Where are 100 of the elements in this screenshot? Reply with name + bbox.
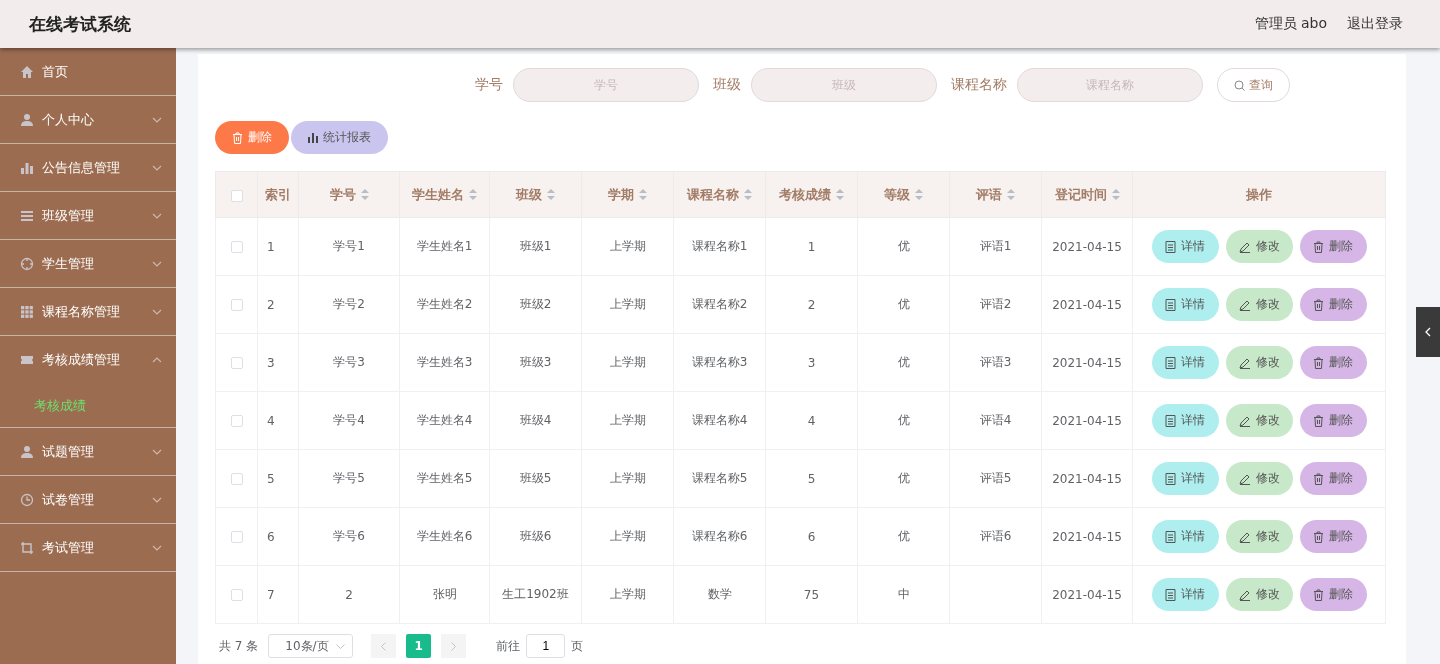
column-header[interactable]: 考核成绩 bbox=[765, 171, 858, 218]
detail-button[interactable]: 详情 bbox=[1151, 578, 1219, 611]
edit-button[interactable]: 修改 bbox=[1225, 288, 1293, 321]
table-cell: 班级3 bbox=[489, 333, 582, 392]
row-checkbox[interactable] bbox=[230, 589, 243, 601]
detail-button[interactable]: 详情 bbox=[1151, 520, 1219, 553]
detail-button[interactable]: 详情 bbox=[1151, 404, 1219, 437]
sort-icon[interactable] bbox=[915, 189, 923, 200]
row-checkbox[interactable] bbox=[230, 357, 243, 369]
column-header[interactable]: 班级 bbox=[489, 171, 582, 218]
report-button[interactable]: 统计报表 bbox=[291, 121, 388, 154]
logout-link[interactable]: 退出登录 bbox=[1347, 15, 1403, 33]
delete-button[interactable]: 删除 bbox=[1299, 288, 1367, 321]
page-input[interactable]: 1 bbox=[526, 634, 566, 658]
menu-item[interactable]: 首页 bbox=[0, 48, 176, 96]
column-header[interactable]: 学生姓名 bbox=[399, 171, 490, 218]
row-checkbox[interactable] bbox=[230, 531, 243, 543]
menu-item[interactable]: 试卷管理 bbox=[0, 476, 176, 524]
column-header[interactable]: 登记时间 bbox=[1041, 171, 1133, 218]
delete-button[interactable]: 删除 bbox=[1299, 578, 1367, 611]
submenu-item[interactable]: 考核成绩 bbox=[0, 384, 176, 428]
table-cell: 学生姓名3 bbox=[399, 333, 490, 392]
menu-item[interactable]: 考核成绩管理 bbox=[0, 336, 176, 384]
detail-button[interactable]: 详情 bbox=[1151, 462, 1219, 495]
sort-icon[interactable] bbox=[836, 189, 844, 200]
document-icon bbox=[1165, 588, 1176, 601]
sort-icon[interactable] bbox=[1007, 189, 1015, 200]
user-name: 管理员 abo bbox=[1254, 15, 1327, 33]
row-checkbox[interactable] bbox=[230, 415, 243, 427]
menu-item[interactable]: 学生管理 bbox=[0, 240, 176, 288]
edit-button[interactable]: 修改 bbox=[1225, 346, 1293, 379]
detail-button[interactable]: 详情 bbox=[1151, 288, 1219, 321]
table-cell: 2021-04-15 bbox=[1041, 275, 1133, 334]
document-icon bbox=[1165, 356, 1176, 369]
table-cell: 6 bbox=[257, 507, 299, 566]
edit-button[interactable]: 修改 bbox=[1225, 230, 1293, 263]
pencil-icon bbox=[1238, 414, 1251, 427]
trash-icon bbox=[1313, 240, 1324, 253]
select-all-checkbox[interactable] bbox=[230, 189, 243, 202]
bar-chart-icon bbox=[20, 160, 34, 175]
document-icon bbox=[1165, 298, 1176, 311]
page-button[interactable]: 1 bbox=[406, 634, 432, 658]
table-cell: 2021-04-15 bbox=[1041, 217, 1133, 276]
menu-item[interactable]: 课程名称管理 bbox=[0, 288, 176, 336]
menu-item[interactable]: 个人中心 bbox=[0, 96, 176, 144]
column-header[interactable]: 课程名称 bbox=[673, 171, 766, 218]
trash-icon bbox=[1313, 588, 1324, 601]
delete-button[interactable]: 删除 bbox=[1299, 230, 1367, 263]
menu-item[interactable]: 班级管理 bbox=[0, 192, 176, 240]
search-button[interactable]: 查询 bbox=[1216, 68, 1290, 102]
bar-chart-icon bbox=[308, 132, 318, 143]
sort-icon[interactable] bbox=[547, 189, 555, 200]
detail-button[interactable]: 详情 bbox=[1151, 230, 1219, 263]
page-size-select[interactable]: 10条/页 bbox=[268, 634, 354, 658]
sort-icon[interactable] bbox=[1111, 189, 1120, 200]
delete-button[interactable]: 删除 bbox=[1299, 404, 1367, 437]
edit-button[interactable]: 修改 bbox=[1225, 462, 1293, 495]
sort-icon[interactable] bbox=[639, 189, 647, 200]
chevron-right-icon bbox=[451, 641, 457, 651]
table-cell: 课程名称2 bbox=[673, 275, 766, 334]
target-icon bbox=[20, 256, 34, 271]
table-cell: 课程名称6 bbox=[673, 507, 766, 566]
user-icon bbox=[20, 112, 34, 127]
table-cell: 班级6 bbox=[489, 507, 582, 566]
total-count: 共 7 条 bbox=[219, 637, 259, 655]
column-header[interactable]: 学号 bbox=[298, 171, 400, 218]
sort-icon[interactable] bbox=[469, 189, 477, 200]
edit-button[interactable]: 修改 bbox=[1225, 404, 1293, 437]
menu-item[interactable]: 公告信息管理 bbox=[0, 144, 176, 192]
row-checkbox[interactable] bbox=[230, 299, 243, 311]
side-drawer-tab[interactable] bbox=[1416, 307, 1440, 357]
edit-button[interactable]: 修改 bbox=[1225, 520, 1293, 553]
table-cell: 学生姓名2 bbox=[399, 275, 490, 334]
pencil-icon bbox=[1238, 240, 1251, 253]
sort-icon[interactable] bbox=[744, 189, 752, 200]
sort-icon[interactable] bbox=[360, 189, 369, 200]
document-icon bbox=[1165, 530, 1176, 543]
trash-icon bbox=[1313, 298, 1324, 311]
row-checkbox[interactable] bbox=[230, 241, 243, 253]
table-cell: 75 bbox=[765, 565, 858, 624]
prev-page-button[interactable] bbox=[371, 634, 397, 658]
column-header[interactable]: 学期 bbox=[581, 171, 674, 218]
next-page-button[interactable] bbox=[441, 634, 467, 658]
row-checkbox[interactable] bbox=[230, 473, 243, 485]
table-cell: 生工1902班 bbox=[489, 565, 582, 624]
menu-item[interactable]: 考试管理 bbox=[0, 524, 176, 572]
edit-button[interactable]: 修改 bbox=[1225, 578, 1293, 611]
delete-button[interactable]: 删除 bbox=[1299, 520, 1367, 553]
menu-item[interactable]: 试题管理 bbox=[0, 428, 176, 476]
column-header[interactable]: 等级 bbox=[857, 171, 950, 218]
table-cell: 2 bbox=[298, 565, 400, 624]
delete-button[interactable]: 删除 bbox=[1299, 346, 1367, 379]
table-cell: 4 bbox=[257, 391, 299, 450]
document-icon bbox=[1165, 472, 1176, 485]
column-header[interactable]: 评语 bbox=[949, 171, 1042, 218]
table-cell: 上学期 bbox=[581, 507, 674, 566]
delete-button[interactable]: 删除 bbox=[1299, 462, 1367, 495]
table-cell: 评语4 bbox=[949, 391, 1042, 450]
delete-button[interactable]: 删除 bbox=[215, 121, 289, 154]
detail-button[interactable]: 详情 bbox=[1151, 346, 1219, 379]
